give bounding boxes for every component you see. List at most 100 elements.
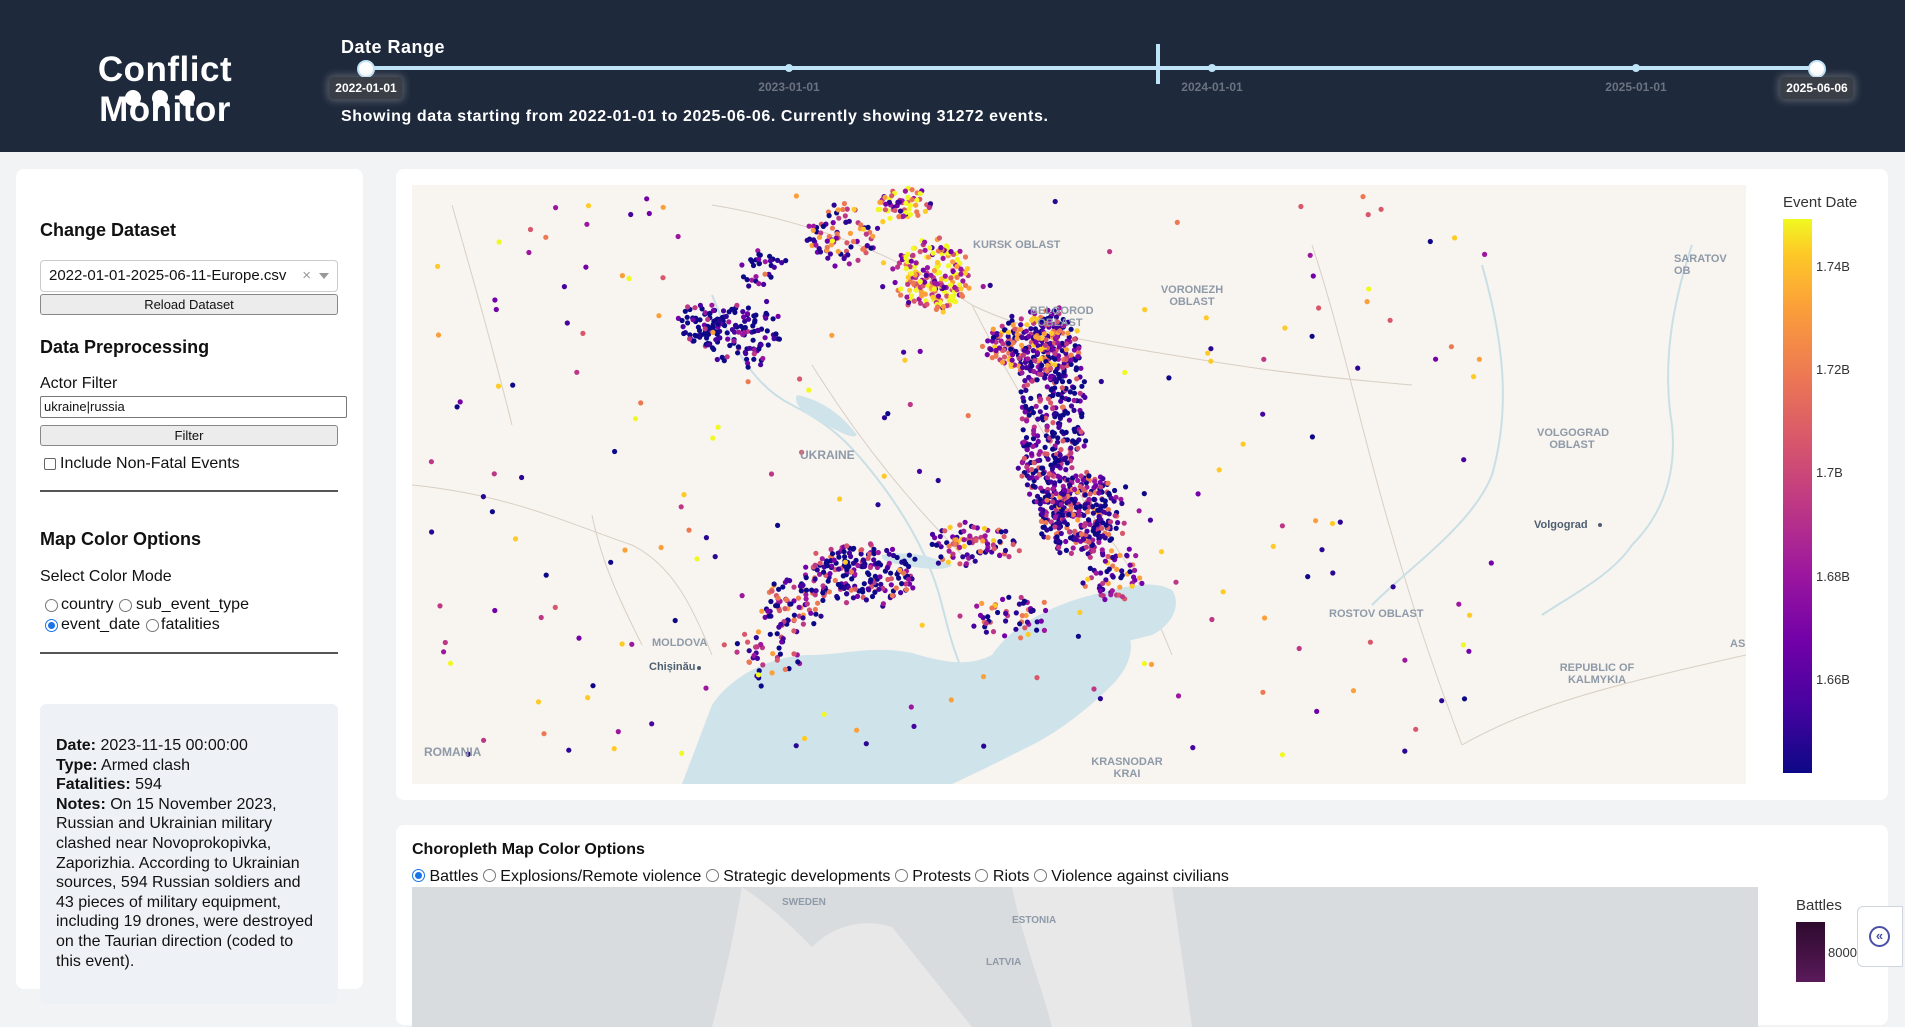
- event-dot[interactable]: [1063, 357, 1069, 363]
- event-dot[interactable]: [840, 206, 846, 213]
- event-dot[interactable]: [1050, 405, 1056, 412]
- event-dot[interactable]: [1402, 657, 1408, 663]
- event-dot[interactable]: [552, 604, 558, 610]
- event-dot[interactable]: [803, 564, 809, 570]
- event-dot[interactable]: [868, 577, 874, 583]
- event-dot[interactable]: [1108, 548, 1115, 554]
- event-dot[interactable]: [1096, 490, 1102, 496]
- event-dot[interactable]: [953, 299, 959, 305]
- event-dot[interactable]: [821, 569, 827, 575]
- event-dot[interactable]: [1296, 645, 1302, 652]
- event-dot[interactable]: [803, 596, 809, 602]
- event-dot[interactable]: [896, 199, 902, 205]
- event-dot[interactable]: [780, 584, 786, 590]
- event-dot[interactable]: [1010, 352, 1016, 358]
- event-dot[interactable]: [1117, 552, 1123, 558]
- event-dot[interactable]: [1106, 511, 1112, 517]
- event-dot[interactable]: [1096, 539, 1102, 545]
- event-dot[interactable]: [912, 556, 918, 562]
- event-dot[interactable]: [768, 598, 774, 605]
- event-dot[interactable]: [1075, 445, 1081, 451]
- event-dot[interactable]: [1122, 369, 1128, 376]
- event-dot[interactable]: [1044, 497, 1050, 503]
- event-dot[interactable]: [1107, 537, 1113, 543]
- event-dot[interactable]: [1086, 496, 1092, 502]
- event-dot[interactable]: [1000, 596, 1006, 602]
- event-dot[interactable]: [1040, 470, 1046, 476]
- event-dot[interactable]: [764, 328, 770, 334]
- event-dot[interactable]: [750, 262, 757, 269]
- event-dot[interactable]: [738, 323, 744, 329]
- event-dot[interactable]: [913, 260, 919, 266]
- event-dot[interactable]: [1092, 531, 1098, 537]
- event-dot[interactable]: [740, 274, 747, 280]
- event-dot[interactable]: [826, 589, 832, 595]
- event-dot[interactable]: [1083, 438, 1089, 444]
- event-dot[interactable]: [1466, 648, 1472, 654]
- radio-riots[interactable]: [975, 869, 989, 882]
- event-dot[interactable]: [638, 400, 644, 406]
- event-dot[interactable]: [1057, 550, 1063, 556]
- event-dot[interactable]: [1203, 315, 1209, 321]
- event-dot[interactable]: [1195, 491, 1201, 497]
- event-dot[interactable]: [776, 645, 782, 651]
- event-dot[interactable]: [848, 553, 854, 560]
- event-dot[interactable]: [1068, 445, 1074, 451]
- event-dot[interactable]: [1070, 438, 1076, 444]
- event-dot[interactable]: [745, 379, 751, 385]
- event-dot[interactable]: [711, 346, 717, 352]
- event-dot[interactable]: [1488, 560, 1494, 566]
- event-dot[interactable]: [934, 259, 941, 266]
- event-dot[interactable]: [802, 735, 808, 742]
- event-dot[interactable]: [962, 282, 969, 288]
- event-dot[interactable]: [866, 587, 872, 593]
- event-dot[interactable]: [1364, 299, 1370, 305]
- event-dot[interactable]: [1413, 726, 1419, 732]
- event-dot[interactable]: [752, 317, 758, 324]
- event-dot[interactable]: [835, 595, 841, 601]
- event-dot[interactable]: [1053, 377, 1059, 383]
- event-dot[interactable]: [1316, 305, 1322, 311]
- event-dot[interactable]: [762, 271, 768, 277]
- event-dot[interactable]: [727, 342, 733, 349]
- event-dot[interactable]: [1058, 501, 1064, 507]
- event-dot[interactable]: [905, 194, 911, 200]
- event-dot[interactable]: [756, 346, 762, 352]
- event-dot[interactable]: [922, 279, 928, 285]
- event-dot[interactable]: [1141, 661, 1147, 667]
- event-dot[interactable]: [1141, 491, 1147, 497]
- event-dot[interactable]: [1001, 347, 1007, 353]
- event-dot[interactable]: [998, 529, 1004, 535]
- event-dot[interactable]: [942, 273, 948, 279]
- event-dot[interactable]: [803, 587, 810, 593]
- event-dot[interactable]: [913, 202, 919, 208]
- event-dot[interactable]: [1091, 485, 1097, 491]
- event-dot[interactable]: [904, 294, 910, 300]
- event-dot[interactable]: [880, 219, 886, 225]
- event-dot[interactable]: [742, 631, 748, 637]
- event-dot[interactable]: [889, 593, 895, 599]
- event-dot[interactable]: [1048, 479, 1054, 485]
- event-dot[interactable]: [1038, 346, 1044, 352]
- event-dot[interactable]: [1309, 333, 1315, 339]
- event-dot[interactable]: [1208, 346, 1214, 352]
- event-dot[interactable]: [892, 279, 898, 286]
- event-dot[interactable]: [755, 672, 762, 678]
- event-dot[interactable]: [893, 585, 899, 591]
- event-dot[interactable]: [1033, 339, 1039, 345]
- event-dot[interactable]: [576, 635, 582, 641]
- event-dot[interactable]: [977, 548, 984, 555]
- event-dot[interactable]: [841, 255, 847, 262]
- event-dot[interactable]: [1057, 452, 1063, 458]
- event-dot[interactable]: [849, 576, 855, 582]
- event-dot[interactable]: [842, 559, 848, 565]
- event-dot[interactable]: [804, 237, 810, 243]
- event-dot[interactable]: [795, 595, 802, 601]
- event-dot[interactable]: [590, 683, 596, 689]
- event-dot[interactable]: [877, 574, 883, 580]
- event-dot[interactable]: [775, 522, 781, 528]
- event-dot[interactable]: [827, 571, 833, 577]
- event-dot[interactable]: [1452, 235, 1458, 241]
- event-dot[interactable]: [907, 211, 913, 218]
- event-dot[interactable]: [953, 537, 959, 543]
